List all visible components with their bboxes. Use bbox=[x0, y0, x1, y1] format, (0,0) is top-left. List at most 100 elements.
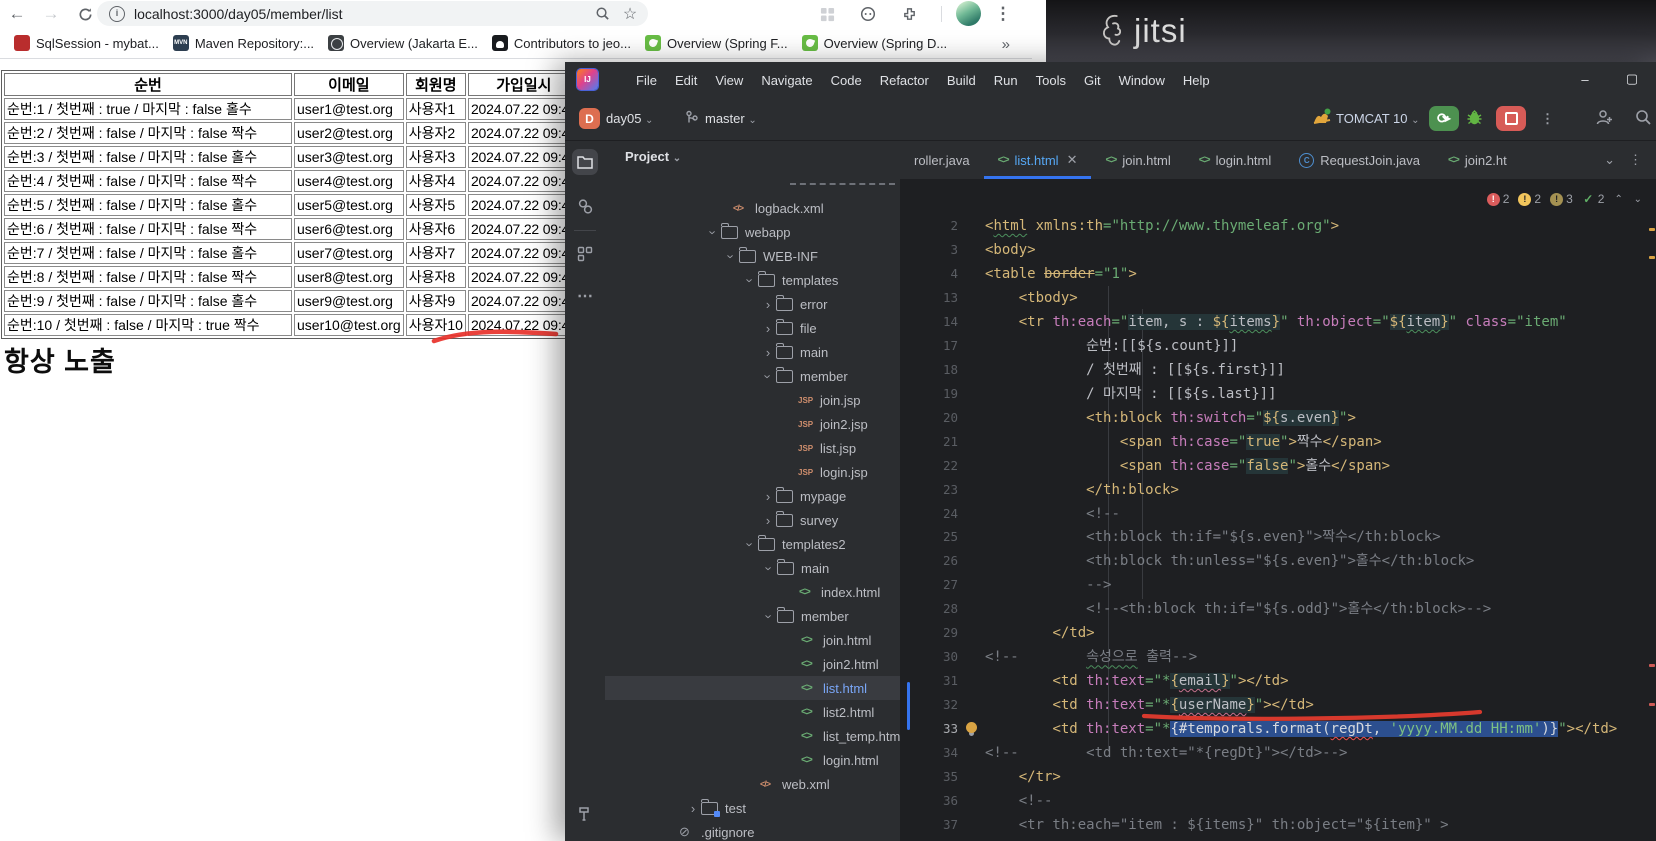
menu-git[interactable]: Git bbox=[1075, 73, 1110, 88]
tree-item-error[interactable]: › error bbox=[605, 292, 900, 316]
bookmark-item[interactable]: MVN Maven Repository:... bbox=[172, 35, 314, 51]
tab-list-html[interactable]: <> list.html ✕ bbox=[983, 141, 1092, 179]
structure-tool-icon[interactable] bbox=[572, 241, 598, 267]
project-badge[interactable]: D bbox=[579, 108, 600, 129]
menu-build[interactable]: Build bbox=[938, 73, 985, 88]
zoom-icon[interactable] bbox=[592, 4, 612, 24]
tab-roller-java[interactable]: roller.java bbox=[900, 141, 984, 179]
tree-item-mypage[interactable]: › mypage bbox=[605, 484, 900, 508]
tree-item-member[interactable]: › member bbox=[605, 364, 900, 388]
project-selector[interactable]: day05 ⌄ bbox=[606, 111, 653, 126]
chevron-right-icon[interactable]: › bbox=[760, 489, 776, 504]
tree-item-member[interactable]: › member bbox=[605, 604, 900, 628]
chevron-right-icon[interactable]: › bbox=[685, 801, 701, 816]
commit-tool-icon[interactable] bbox=[572, 193, 598, 219]
chevron-down-icon[interactable]: › bbox=[743, 536, 758, 552]
bookmark-item[interactable]: Overview (Spring F... bbox=[644, 35, 788, 51]
menu-run[interactable]: Run bbox=[985, 73, 1027, 88]
tree-item-list2-html[interactable]: <> list2.html bbox=[605, 700, 900, 724]
more-tools-icon[interactable]: ⋯ bbox=[572, 283, 598, 309]
menu-window[interactable]: Window bbox=[1110, 73, 1174, 88]
tree-item-webapp[interactable]: › webapp bbox=[605, 220, 900, 244]
tree-item-templates[interactable]: › templates bbox=[605, 268, 900, 292]
chevron-down-icon[interactable]: › bbox=[761, 368, 776, 384]
tree-item-web-xml[interactable]: </> web.xml bbox=[605, 772, 900, 796]
tree-item-join2-html[interactable]: <> join2.html bbox=[605, 652, 900, 676]
tab-close-icon[interactable]: ✕ bbox=[1067, 152, 1078, 168]
bookmark-item[interactable]: SqlSession - mybat... bbox=[14, 35, 159, 51]
tree-item-list-html[interactable]: <> list.html bbox=[605, 676, 900, 700]
branch-selector[interactable]: master ⌄ bbox=[705, 111, 757, 126]
rerun-button[interactable]: ⟳ ▶ bbox=[1429, 106, 1459, 131]
build-tool-icon[interactable] bbox=[572, 801, 598, 827]
tree-item-join-html[interactable]: <> join.html bbox=[605, 628, 900, 652]
bookmark-star-icon[interactable]: ☆ bbox=[620, 4, 640, 24]
url-text[interactable]: localhost:3000/day05/member/list bbox=[134, 6, 592, 22]
chevron-down-icon[interactable]: › bbox=[724, 248, 739, 264]
tree-item-join-jsp[interactable]: JSP join.jsp bbox=[605, 388, 900, 412]
address-bar[interactable]: i localhost:3000/day05/member/list ☆ bbox=[97, 1, 648, 26]
run-config-selector[interactable]: TOMCAT 10 ⌄ bbox=[1336, 111, 1420, 126]
chevron-right-icon[interactable]: › bbox=[760, 513, 776, 528]
chevron-down-icon[interactable]: › bbox=[762, 608, 777, 624]
git-branch-icon[interactable] bbox=[685, 110, 699, 126]
chevron-down-icon[interactable]: › bbox=[762, 560, 777, 576]
tree-item-file[interactable]: › file bbox=[605, 316, 900, 340]
tree-item-main[interactable]: › main bbox=[605, 556, 900, 580]
site-info-icon[interactable]: i bbox=[109, 5, 125, 22]
profile-circle-icon[interactable] bbox=[857, 3, 879, 25]
debug-icon[interactable] bbox=[1466, 109, 1483, 126]
tree-item-test[interactable]: › test bbox=[605, 796, 900, 820]
tab-more-icon[interactable]: ⋮ bbox=[1629, 152, 1642, 168]
tree-item-login-jsp[interactable]: JSP login.jsp bbox=[605, 460, 900, 484]
tab-join2-ht[interactable]: <> join2.ht bbox=[1434, 141, 1521, 179]
add-user-icon[interactable] bbox=[1595, 109, 1613, 126]
stop-button[interactable] bbox=[1496, 106, 1526, 131]
back-icon[interactable]: ← bbox=[6, 3, 28, 25]
stripe-warning-tick[interactable] bbox=[1649, 228, 1655, 231]
tree-item-login-html[interactable]: <> login.html bbox=[605, 748, 900, 772]
stripe-error-tick[interactable] bbox=[1649, 703, 1655, 706]
browser-menu-ic[interactable]: ⋮ bbox=[992, 3, 1014, 25]
reload-icon[interactable] bbox=[74, 3, 96, 25]
search-everywhere-icon[interactable] bbox=[1635, 109, 1652, 126]
menu-navigate[interactable]: Navigate bbox=[752, 73, 821, 88]
minimize-button[interactable]: – bbox=[1563, 62, 1607, 96]
chevron-down-icon[interactable]: › bbox=[743, 272, 758, 288]
menu-help[interactable]: Help bbox=[1174, 73, 1219, 88]
chevron-right-icon[interactable]: › bbox=[760, 345, 776, 360]
bookmark-item[interactable]: Contributors to jeo... bbox=[491, 35, 631, 51]
tree-item-list_temp-html[interactable]: <> list_temp.html bbox=[605, 724, 900, 748]
tree-item--gitignore[interactable]: ⊘ .gitignore bbox=[605, 820, 900, 841]
intention-bulb-icon[interactable] bbox=[966, 722, 977, 734]
menu-edit[interactable]: Edit bbox=[666, 73, 706, 88]
tree-item-survey[interactable]: › survey bbox=[605, 508, 900, 532]
menu-view[interactable]: View bbox=[706, 73, 752, 88]
run-widget-more-icon[interactable]: ⋮ bbox=[1541, 111, 1554, 127]
menu-file[interactable]: File bbox=[627, 73, 666, 88]
project-tool-icon[interactable] bbox=[572, 149, 598, 175]
bookmarks-overflow-icon[interactable]: » bbox=[1002, 36, 1010, 53]
maximize-button[interactable]: ▢ bbox=[1610, 62, 1654, 96]
menu-code[interactable]: Code bbox=[822, 73, 871, 88]
chevron-right-icon[interactable]: › bbox=[760, 321, 776, 336]
tree-item-join2-jsp[interactable]: JSP join2.jsp bbox=[605, 412, 900, 436]
tree-item-main[interactable]: › main bbox=[605, 340, 900, 364]
tab-login-html[interactable]: <> login.html bbox=[1185, 141, 1286, 179]
menu-tools[interactable]: Tools bbox=[1027, 73, 1075, 88]
tree-item-list-jsp[interactable]: JSP list.jsp bbox=[605, 436, 900, 460]
extension-slot-icon[interactable] bbox=[816, 3, 838, 25]
tree-item-index-html[interactable]: <> index.html bbox=[605, 580, 900, 604]
tree-item-WEB-INF[interactable]: › WEB-INF bbox=[605, 244, 900, 268]
code-area[interactable]: 2 <html xmlns:th="http://www.thymeleaf.or… bbox=[900, 179, 1656, 841]
tree-item-templates2[interactable]: › templates2 bbox=[605, 532, 900, 556]
menu-refactor[interactable]: Refactor bbox=[871, 73, 938, 88]
tab-RequestJoin-java[interactable]: C RequestJoin.java bbox=[1285, 141, 1434, 179]
tree-item-logback-xml[interactable]: </> logback.xml bbox=[605, 196, 900, 220]
bookmark-item[interactable]: Overview (Spring D... bbox=[801, 35, 947, 51]
stripe-warning-tick[interactable] bbox=[1649, 256, 1655, 259]
forward-icon[interactable]: → bbox=[40, 3, 62, 25]
bookmark-item[interactable]: Overview (Jakarta E... bbox=[328, 35, 478, 51]
chevron-down-icon[interactable]: › bbox=[706, 224, 721, 240]
extensions-puzzle-icon[interactable] bbox=[898, 3, 920, 25]
